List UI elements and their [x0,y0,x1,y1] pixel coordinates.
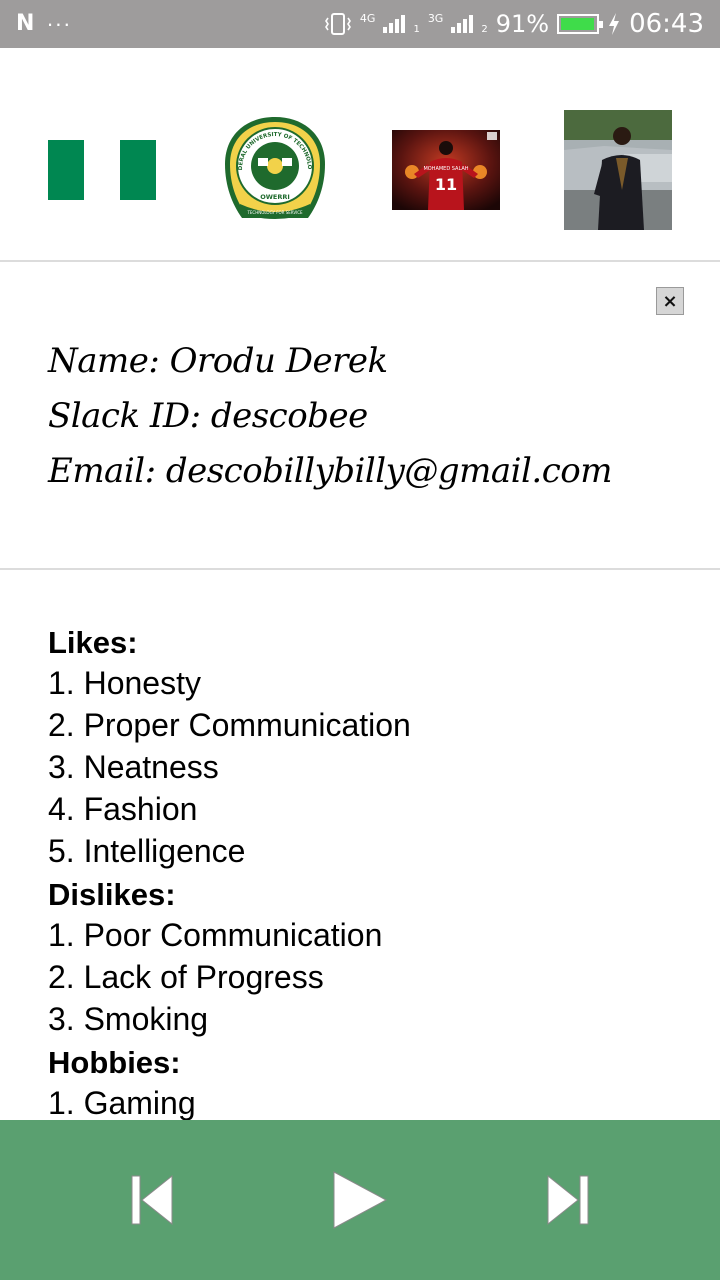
likes-item: 5. Intelligence [48,833,246,869]
poster-name-text: MOHAMED SALAH [423,166,468,172]
signal-2-icon [451,15,474,33]
interests-list: Likes: 1. Honesty 2. Proper Communicatio… [48,620,688,1120]
clock: 06:43 [629,9,704,39]
skip-next-icon[interactable] [528,1160,608,1240]
profile-photo-image [564,110,672,230]
hobbies-item: 1. Gaming [48,1085,196,1120]
sim-1-label: 1 [413,24,420,35]
poster-number-text: 11 [435,175,457,194]
likes-item: 1. Honesty [48,665,201,701]
network-type-1: 4G [359,11,376,25]
dislikes-item: 3. Smoking [48,1001,209,1037]
divider-middle [0,568,720,570]
divider-top [0,260,720,262]
status-left: N ··· [16,13,71,35]
play-icon[interactable] [320,1160,400,1240]
dislikes-item: 2. Lack of Progress [48,959,324,995]
logo-motto-text: TECHNOLOGY FOR SERVICE [246,210,303,215]
dislikes-heading: Dislikes: [48,877,176,912]
notification-n-icon: N [16,11,35,36]
name-text: Name: Orodu Derek [48,341,388,381]
network-type-2: 3G [427,11,444,25]
likes-item: 4. Fashion [48,791,198,827]
futo-logo-image: FEDERAL UNIVERSITY OF TECHNOLOGY OWERRI … [220,114,325,219]
skip-previous-icon[interactable] [112,1160,192,1240]
nigeria-flag-image [48,140,156,200]
more-notifications-icon: ··· [46,11,72,36]
close-button[interactable]: × [656,287,684,315]
slack-id-text: Slack ID: descobee [48,396,368,436]
status-right: 4G 1 3G 2 91% 06:43 [324,11,704,37]
charging-icon [609,13,620,35]
likes-item: 3. Neatness [48,749,219,785]
dislikes-item: 1. Poor Communication [48,917,383,953]
salah-poster-image: MOHAMED SALAH 11 [392,130,500,210]
likes-item: 2. Proper Communication [48,707,411,743]
sim-2-label: 2 [481,24,488,35]
signal-1-icon [383,15,406,33]
likes-heading: Likes: [48,625,138,660]
logo-city-text: OWERRI [260,193,290,201]
email-text: Email: descobillybilly@gmail.com [48,451,612,491]
status-bar: N ··· 4G 1 3G 2 91% 06:43 [0,0,720,48]
vibrate-icon [324,13,351,35]
media-player-bar [0,1120,720,1280]
battery-percent: 91% [495,10,550,38]
header-images: FEDERAL UNIVERSITY OF TECHNOLOGY OWERRI … [0,48,720,260]
profile-info: Name: Orodu Derek Slack ID: descobee Ema… [48,334,612,499]
battery-icon [557,14,604,34]
hobbies-heading: Hobbies: [48,1045,181,1080]
